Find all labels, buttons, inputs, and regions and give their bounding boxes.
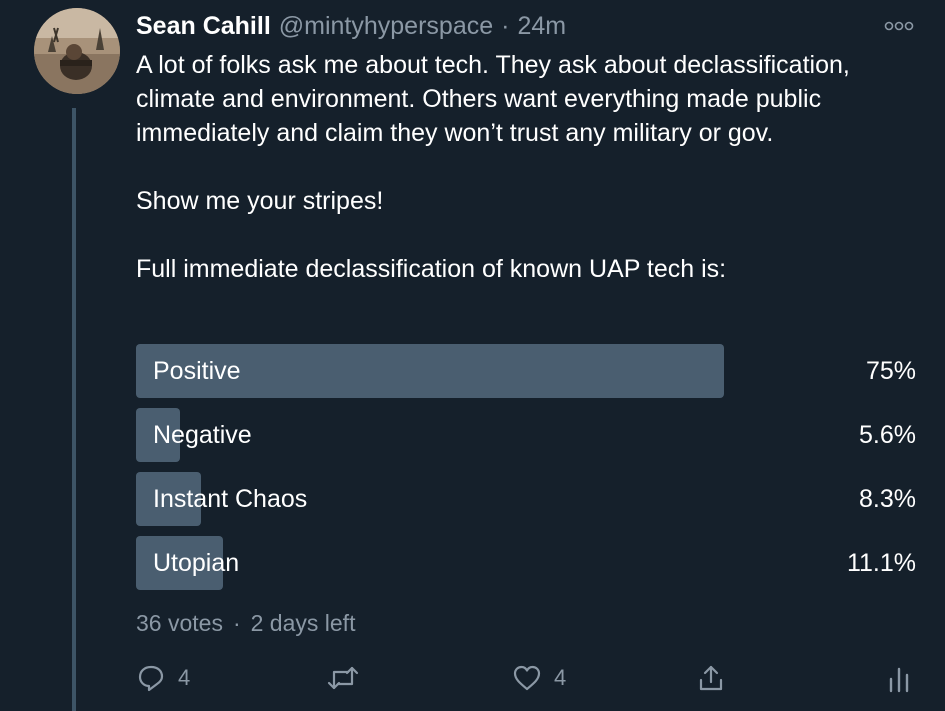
poll: Positive 75% Negative 5.6% Instant Chaos… (136, 344, 920, 600)
share-icon (699, 665, 723, 691)
heart-icon (513, 665, 541, 691)
poll-option: Positive 75% (136, 344, 920, 398)
like-count: 4 (554, 665, 567, 690)
author-handle[interactable]: @mintyhyperspace (279, 12, 493, 41)
poll-question: Full immediate declassification of known… (136, 255, 727, 283)
tweet-paragraph: Show me your stripes! (136, 187, 384, 215)
avatar[interactable] (34, 8, 120, 94)
poll-option-percent: 75% (865, 357, 916, 385)
tweet-text: A lot of folks ask me about tech. They a… (136, 48, 896, 286)
reply-count: 4 (178, 665, 191, 690)
poll-option-label: Positive (153, 357, 241, 385)
like-button[interactable]: 4 (512, 660, 566, 696)
poll-time-left: 2 days left (250, 610, 356, 636)
retweet-icon (327, 666, 359, 690)
poll-meta: 36 votes · 2 days left (136, 610, 355, 637)
poll-option-label: Utopian (153, 549, 240, 577)
poll-option-percent: 8.3% (859, 485, 916, 513)
poll-option: Utopian 11.1% (136, 536, 920, 590)
share-button[interactable] (696, 660, 726, 696)
header-separator: · (501, 11, 510, 40)
author-name[interactable]: Sean Cahill (136, 12, 271, 41)
thread-line (72, 108, 76, 711)
action-bar: 4 4 (136, 660, 916, 696)
poll-option: Instant Chaos 8.3% (136, 472, 920, 526)
more-dots-icon[interactable] (882, 16, 916, 36)
poll-option-percent: 11.1% (846, 549, 916, 577)
reply-icon (138, 665, 164, 692)
tweet-header: Sean Cahill @mintyhyperspace · 24m (136, 8, 566, 44)
poll-option-label: Instant Chaos (153, 485, 308, 513)
poll-meta-separator: · (232, 610, 241, 636)
poll-votes: 36 votes (136, 610, 223, 636)
analytics-button[interactable] (886, 660, 912, 696)
retweet-button[interactable] (326, 660, 360, 696)
reply-button[interactable]: 4 (136, 660, 190, 696)
poll-option-percent: 5.6% (859, 421, 916, 449)
tweet-time[interactable]: 24m (517, 12, 566, 41)
avatar-photo (34, 8, 120, 94)
analytics-icon (889, 667, 909, 693)
poll-option-label: Negative (153, 421, 252, 449)
poll-option: Negative 5.6% (136, 408, 920, 462)
tweet-paragraph: A lot of folks ask me about tech. They a… (136, 51, 850, 147)
